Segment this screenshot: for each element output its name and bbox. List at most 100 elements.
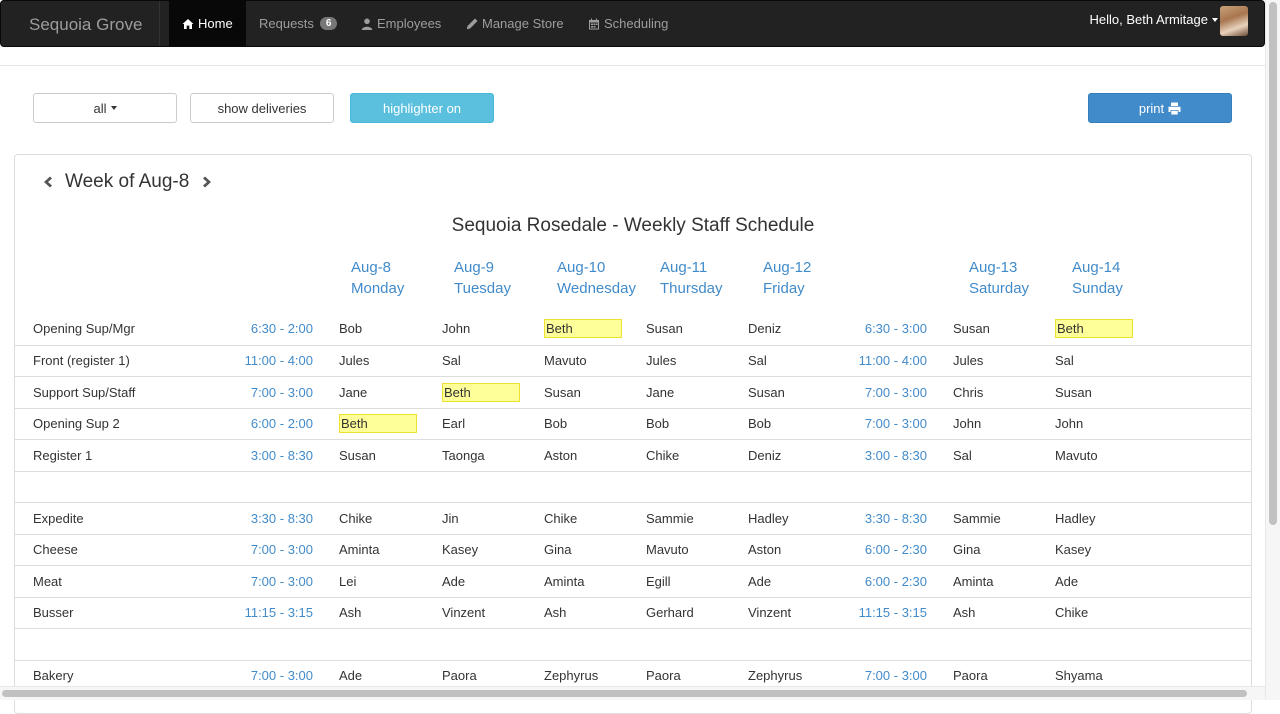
staff-cell[interactable]: Earl xyxy=(442,409,465,440)
staff-cell[interactable]: Vinzent xyxy=(748,598,791,629)
staff-cell[interactable]: Aminta xyxy=(953,566,993,597)
staff-cell[interactable]: John xyxy=(953,409,981,440)
staff-cell[interactable]: Bob xyxy=(544,409,567,440)
staff-cell[interactable]: Sammie xyxy=(953,503,1001,534)
nav-manage-store[interactable]: Manage Store xyxy=(466,1,564,46)
staff-name: Kasey xyxy=(1055,542,1091,557)
weekday-shift-time: 7:00 - 3:00 xyxy=(195,566,313,597)
nav-employees[interactable]: Employees xyxy=(361,1,441,46)
horizontal-scrollbar[interactable] xyxy=(0,686,1265,700)
staff-cell[interactable]: Hadley xyxy=(1055,503,1095,534)
user-menu[interactable]: Hello, Beth Armitage xyxy=(1089,12,1218,27)
role-label: Opening Sup 2 xyxy=(33,409,120,440)
staff-cell[interactable]: Beth xyxy=(1055,313,1133,345)
next-week-button[interactable] xyxy=(199,174,215,190)
staff-cell[interactable]: Susan xyxy=(339,440,376,471)
weekend-shift-time: 11:15 - 3:15 xyxy=(815,598,927,629)
staff-cell[interactable]: Jules xyxy=(953,346,983,377)
staff-cell[interactable]: Susan xyxy=(748,377,785,408)
vertical-scroll-thumb[interactable] xyxy=(1269,2,1277,525)
horizontal-scroll-thumb[interactable] xyxy=(2,690,1247,697)
staff-cell[interactable]: Susan xyxy=(646,313,683,345)
staff-cell[interactable]: Taonga xyxy=(442,440,485,471)
table-row: Meat7:00 - 3:006:00 - 2:30LeiAdeAmintaEg… xyxy=(15,565,1251,597)
staff-cell[interactable]: Lei xyxy=(339,566,356,597)
staff-cell[interactable]: Sal xyxy=(1055,346,1074,377)
staff-cell[interactable]: Mavuto xyxy=(1055,440,1098,471)
staff-cell[interactable]: Beth xyxy=(442,377,520,408)
staff-name: Sammie xyxy=(646,511,694,526)
staff-cell[interactable]: Ade xyxy=(748,566,771,597)
staff-cell[interactable]: Aminta xyxy=(544,566,584,597)
staff-cell[interactable]: Sammie xyxy=(646,503,694,534)
staff-name: Jules xyxy=(953,353,983,368)
staff-cell[interactable]: Jules xyxy=(646,346,676,377)
staff-cell[interactable]: Jane xyxy=(646,377,674,408)
staff-cell[interactable]: Chris xyxy=(953,377,983,408)
weekday-shift-time: 3:30 - 8:30 xyxy=(195,503,313,534)
day-header: Aug-8Monday xyxy=(351,257,404,299)
staff-name: Taonga xyxy=(442,448,485,463)
staff-cell[interactable]: John xyxy=(1055,409,1083,440)
staff-cell[interactable]: Chike xyxy=(544,503,577,534)
staff-cell[interactable]: Ash xyxy=(339,598,361,629)
staff-cell[interactable]: Jane xyxy=(339,377,367,408)
staff-cell[interactable]: Susan xyxy=(953,313,990,345)
staff-cell[interactable]: Ade xyxy=(442,566,465,597)
highlighter-toggle-button[interactable]: highlighter on xyxy=(350,93,494,123)
staff-cell[interactable]: Sal xyxy=(748,346,767,377)
staff-cell[interactable]: Susan xyxy=(1055,377,1092,408)
staff-cell[interactable]: John xyxy=(442,313,470,345)
vertical-scrollbar[interactable] xyxy=(1265,0,1280,700)
brand-logo[interactable]: Sequoia Grove xyxy=(29,15,142,35)
previous-week-button[interactable] xyxy=(39,174,55,190)
staff-cell[interactable]: Jules xyxy=(339,346,369,377)
staff-cell[interactable]: Kasey xyxy=(1055,535,1091,566)
staff-cell[interactable]: Gina xyxy=(544,535,571,566)
role-label: Meat xyxy=(33,566,62,597)
nav-scheduling[interactable]: Scheduling xyxy=(588,1,668,46)
staff-cell[interactable]: Mavuto xyxy=(544,346,587,377)
staff-cell[interactable]: Aston xyxy=(544,440,577,471)
staff-cell[interactable]: Gina xyxy=(953,535,980,566)
nav-requests[interactable]: Requests 6 xyxy=(259,1,337,46)
staff-cell[interactable]: Egill xyxy=(646,566,671,597)
filter-dropdown[interactable]: all xyxy=(33,93,177,123)
nav-home[interactable]: Home xyxy=(169,1,246,46)
staff-name: Jules xyxy=(646,353,676,368)
staff-cell[interactable]: Sal xyxy=(953,440,972,471)
staff-cell[interactable]: Aston xyxy=(748,535,781,566)
staff-cell[interactable]: Deniz xyxy=(748,440,781,471)
staff-name: Jin xyxy=(442,511,459,526)
staff-cell[interactable]: Beth xyxy=(544,313,622,345)
staff-cell[interactable]: Bob xyxy=(748,409,771,440)
avatar[interactable] xyxy=(1220,6,1248,36)
staff-cell[interactable]: Chike xyxy=(1055,598,1088,629)
staff-cell[interactable]: Vinzent xyxy=(442,598,485,629)
staff-name: Gina xyxy=(953,542,980,557)
staff-cell[interactable]: Deniz xyxy=(748,313,781,345)
staff-cell[interactable]: Sal xyxy=(442,346,461,377)
print-button[interactable]: print xyxy=(1088,93,1232,123)
staff-cell[interactable]: Ade xyxy=(1055,566,1078,597)
staff-name: Gina xyxy=(544,542,571,557)
staff-name: Susan xyxy=(544,385,581,400)
staff-cell[interactable]: Susan xyxy=(544,377,581,408)
staff-cell[interactable]: Ash xyxy=(953,598,975,629)
staff-cell[interactable]: Chike xyxy=(646,440,679,471)
staff-name: Sal xyxy=(1055,353,1074,368)
staff-cell[interactable]: Kasey xyxy=(442,535,478,566)
staff-cell[interactable]: Aminta xyxy=(339,535,379,566)
staff-cell[interactable]: Bob xyxy=(646,409,669,440)
staff-cell[interactable]: Ash xyxy=(544,598,566,629)
table-row: Cheese7:00 - 3:006:00 - 2:30AmintaKaseyG… xyxy=(15,534,1251,566)
staff-cell[interactable]: Gerhard xyxy=(646,598,694,629)
staff-cell[interactable]: Mavuto xyxy=(646,535,689,566)
staff-cell[interactable]: Beth xyxy=(339,409,417,440)
staff-cell[interactable]: Jin xyxy=(442,503,459,534)
staff-cell[interactable]: Hadley xyxy=(748,503,788,534)
show-deliveries-button[interactable]: show deliveries xyxy=(190,93,334,123)
staff-name: Aminta xyxy=(339,542,379,557)
staff-cell[interactable]: Bob xyxy=(339,313,362,345)
staff-cell[interactable]: Chike xyxy=(339,503,372,534)
